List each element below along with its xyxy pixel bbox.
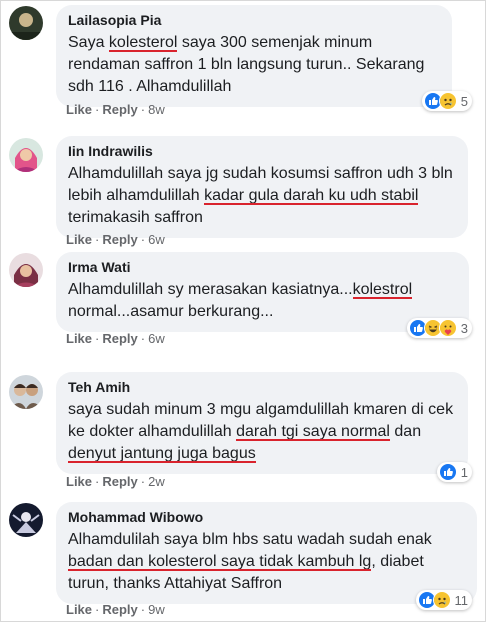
avatar[interactable] [9, 138, 43, 172]
comment-time[interactable]: 6w [148, 232, 165, 247]
text-segment: normal...asamur berkurang... [68, 303, 274, 320]
avatar[interactable] [9, 253, 43, 287]
reply-link[interactable]: Reply [102, 331, 137, 346]
comment-bubble: Irma Wati Alhamdulillah sy merasakan kas… [56, 252, 469, 332]
text-segment: Alhamdulilah saya blm hbs satu wadah sud… [68, 531, 432, 548]
comment-bubble: Lailasopia Pia Saya kolesterol saya 300 … [56, 5, 452, 107]
reaction-count: 1 [460, 464, 468, 480]
avatar[interactable] [9, 503, 43, 537]
comment-text: saya sudah minum 3 mgu algamdulillah kma… [68, 399, 456, 465]
comment-text: Alhamdulillah saya jg sudah kosumsi saff… [68, 163, 456, 229]
like-icon [438, 463, 457, 481]
comment-bubble: Teh Amih saya sudah minum 3 mgu algamdul… [56, 372, 468, 474]
comment-author[interactable]: Iin Indrawilis [68, 143, 456, 160]
comment-actions: Like · Reply · 6w [66, 232, 165, 247]
text-segment: dan [389, 423, 422, 440]
sad-icon [432, 591, 451, 609]
reaction-summary[interactable]: 3 [406, 318, 472, 338]
reaction-count: 11 [454, 592, 469, 608]
reply-link[interactable]: Reply [102, 102, 137, 117]
reaction-summary[interactable]: 11 [415, 590, 472, 610]
like-link[interactable]: Like [66, 474, 92, 489]
highlighted-text: badan dan kolesterol saya tidak kambuh l… [68, 553, 372, 570]
reaction-count: 3 [460, 320, 468, 336]
comment-time[interactable]: 2w [148, 474, 165, 489]
comment-bubble: Mohammad Wibowo Alhamdulilah saya blm hb… [56, 502, 477, 604]
comment-time[interactable]: 8w [148, 102, 165, 117]
text-segment: terimakasih saffron [68, 209, 203, 226]
comment-actions: Like · Reply · 2w [66, 474, 165, 489]
comment-time[interactable]: 9w [148, 602, 165, 617]
comment-time[interactable]: 6w [148, 331, 165, 346]
comment-author[interactable]: Mohammad Wibowo [68, 509, 465, 526]
reply-link[interactable]: Reply [102, 232, 137, 247]
like-link[interactable]: Like [66, 331, 92, 346]
highlighted-text: darah tgi saya normal [236, 423, 390, 440]
text-segment: Saya [68, 34, 109, 51]
comment-actions: Like · Reply · 9w [66, 602, 165, 617]
reaction-summary[interactable]: 1 [436, 462, 472, 482]
comment-actions: Like · Reply · 8w [66, 102, 165, 117]
comment-author[interactable]: Teh Amih [68, 379, 456, 396]
avatar[interactable] [9, 6, 43, 40]
comment-actions: Like · Reply · 6w [66, 331, 165, 346]
text-segment: Alhamdulillah sy merasakan kasiatnya... [68, 281, 353, 298]
comment-text: Alhamdulilah saya blm hbs satu wadah sud… [68, 529, 465, 595]
comment-bubble: Iin Indrawilis Alhamdulillah saya jg sud… [56, 136, 468, 238]
like-link[interactable]: Like [66, 602, 92, 617]
like-link[interactable]: Like [66, 102, 92, 117]
comment-author[interactable]: Lailasopia Pia [68, 12, 440, 29]
comment-author[interactable]: Irma Wati [68, 259, 457, 276]
comment-text: Saya kolesterol saya 300 semenjak minum … [68, 32, 440, 98]
sad-icon [438, 92, 457, 110]
highlighted-text: kolestrol [352, 281, 413, 298]
highlighted-text: kadar gula darah ku udh stabil [204, 187, 419, 204]
avatar[interactable] [9, 375, 43, 409]
highlighted-text: denyut jantung juga bagus [68, 445, 256, 462]
care-icon [438, 319, 457, 337]
comment-text: Alhamdulillah sy merasakan kasiatnya...k… [68, 279, 457, 323]
reply-link[interactable]: Reply [102, 602, 137, 617]
reaction-count: 5 [460, 93, 468, 109]
reply-link[interactable]: Reply [102, 474, 137, 489]
like-link[interactable]: Like [66, 232, 92, 247]
reaction-summary[interactable]: 5 [421, 91, 472, 111]
highlighted-text: kolesterol [108, 34, 178, 51]
